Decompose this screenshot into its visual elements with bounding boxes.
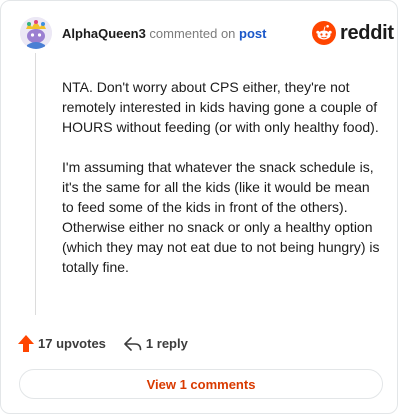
- reddit-logo[interactable]: reddit: [312, 21, 394, 45]
- avatar[interactable]: [20, 17, 52, 49]
- reply-count: 1 reply: [145, 336, 188, 351]
- comment-body: NTA. Don't worry about CPS either, they'…: [62, 77, 384, 297]
- username-link[interactable]: AlphaQueen3: [62, 26, 146, 41]
- reddit-snoo-icon: [312, 21, 336, 45]
- comment-card: AlphaQueen3 commented on post reddit NTA…: [0, 0, 398, 414]
- reddit-wordmark: reddit: [340, 21, 394, 44]
- post-link[interactable]: post: [239, 26, 266, 41]
- comment-paragraph: NTA. Don't worry about CPS either, they'…: [62, 79, 379, 135]
- comment-actions: 17 upvotes 1 reply: [18, 335, 188, 352]
- reply-arrow-icon: [124, 336, 142, 351]
- comment-header: AlphaQueen3 commented on post: [62, 27, 267, 41]
- upvote-count: 17 upvotes: [38, 336, 106, 351]
- upvote-arrow-icon: [18, 335, 34, 352]
- thread-line[interactable]: [35, 53, 36, 315]
- commented-on-text: commented on: [149, 26, 236, 41]
- reply-button[interactable]: 1 reply: [124, 336, 188, 352]
- upvote-button[interactable]: 17 upvotes: [18, 335, 106, 352]
- comment-paragraph: I'm assuming that whatever the snack sch…: [62, 159, 380, 275]
- view-comments-button[interactable]: View 1 comments: [19, 369, 383, 399]
